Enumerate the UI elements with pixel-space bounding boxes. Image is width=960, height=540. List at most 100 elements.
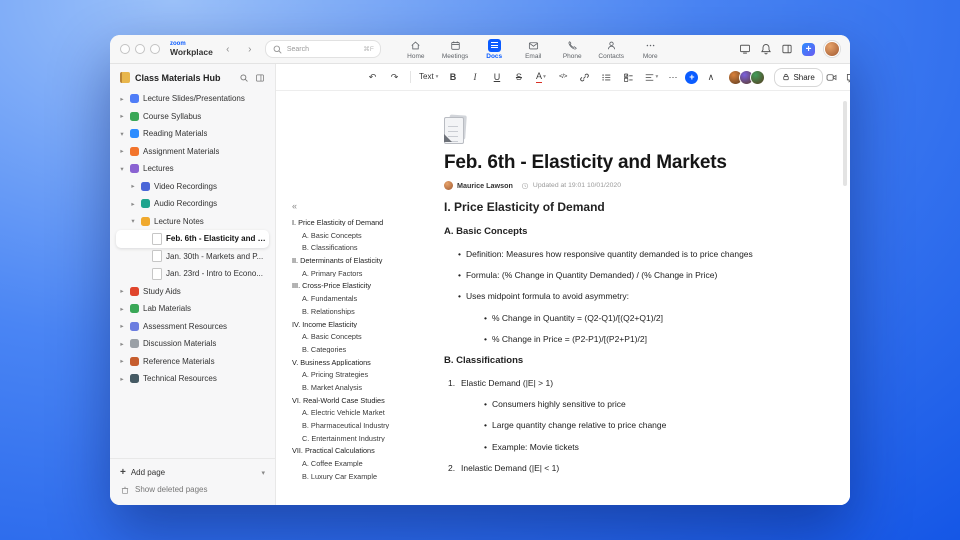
doc-heading[interactable]: I. Price Elasticity of Demand [444,200,812,214]
notifications-bell-icon[interactable] [760,43,772,55]
chevron-right-icon[interactable]: ▸ [118,112,126,120]
outline-collapse-icon[interactable]: « [292,201,414,211]
document-content[interactable]: Feb. 6th - Elasticity and Markets Mauric… [444,114,812,484]
align-button[interactable]: ▾ [641,69,660,85]
undo-button[interactable]: ↶ [363,69,382,85]
chevron-right-icon[interactable]: ▸ [129,182,137,190]
outline-item[interactable]: A. Pricing Strategies [292,371,414,378]
outline-item[interactable]: B. Luxury Car Example [292,473,414,480]
tab-more[interactable]: More [637,39,663,60]
sidebar-item[interactable]: ▾ Lectures [116,160,269,178]
add-page-caret-icon[interactable]: ▾ [261,469,265,477]
tab-contacts[interactable]: Contacts [598,39,624,60]
tab-docs[interactable]: Docs [481,38,507,60]
sidebar-item[interactable]: Jan. 30th - Markets and P... [116,248,269,266]
tab-home[interactable]: Home [403,39,429,60]
outline-item[interactable]: V. Business Applications [292,359,414,366]
doc-list-item[interactable]: • Definition: Measures how responsive qua… [458,249,812,259]
doc-list-item[interactable]: 1. Elastic Demand (|E| > 1) [448,378,812,388]
doc-list-item[interactable]: • Formula: (% Change in Quantity Demanded… [458,270,812,280]
outline-item[interactable]: IV. Income Elasticity [292,321,414,328]
italic-button[interactable]: I [465,69,484,85]
text-style-button[interactable]: Text ▾ [417,69,440,85]
outline-item[interactable]: VI. Real-World Case Studies [292,397,414,404]
tab-meetings[interactable]: Meetings [442,39,468,60]
doc-list-item[interactable]: • % Change in Quantity = (Q2-Q1)/[(Q2+Q1)… [484,313,812,323]
doc-list-item[interactable]: • Uses midpoint formula to avoid asymmetr… [458,291,812,301]
chevron-down-icon[interactable]: ▾ [118,130,126,138]
start-video-icon[interactable] [826,72,837,83]
tab-phone[interactable]: Phone [559,39,585,60]
chevron-down-icon[interactable]: ▾ [129,217,137,225]
add-page-button[interactable]: + Add page ▾ [120,464,265,481]
outline-item[interactable]: A. Basic Concepts [292,333,414,340]
sidebar-item[interactable]: ▸ Reference Materials [116,353,269,371]
doc-list-item[interactable]: • Large quantity change relative to price… [484,420,812,430]
doc-list-item[interactable]: • % Change in Price = (P2-P1)/[(P2+P1)/2] [484,334,812,344]
chevron-right-icon[interactable]: ▸ [118,340,126,348]
chevron-right-icon[interactable]: ▸ [118,147,126,155]
chevron-right-icon[interactable]: ▸ [118,95,126,103]
window-controls[interactable] [120,44,160,54]
screen-share-icon[interactable] [739,43,751,55]
outline-item[interactable]: I. Price Elasticity of Demand [292,219,414,226]
sidebar-item[interactable]: ▸ Lecture Slides/Presentations [116,90,269,108]
outline-item[interactable]: A. Basic Concepts [292,232,414,239]
text-color-button[interactable]: A ▾ [531,69,550,85]
outline-item[interactable]: A. Fundamentals [292,295,414,302]
link-button[interactable] [575,69,594,85]
sidebar-item[interactable]: ▸ Technical Resources [116,370,269,388]
sidebar-item[interactable]: ▸ Study Aids [116,283,269,301]
side-panel-icon[interactable] [781,43,793,55]
underline-button[interactable]: U [487,69,506,85]
sidebar-search-icon[interactable] [239,73,249,83]
doc-list-item[interactable]: • Example: Movie tickets [484,442,812,452]
sidebar-item[interactable]: ▸ Assignment Materials [116,143,269,161]
chevron-right-icon[interactable]: ▸ [118,375,126,383]
code-button[interactable]: </> [553,69,572,85]
sidebar-item[interactable]: ▸ Lab Materials [116,300,269,318]
chevron-right-icon[interactable]: ▸ [118,305,126,313]
sidebar-item[interactable]: ▸ Discussion Materials [116,335,269,353]
outline-item[interactable]: B. Categories [292,346,414,353]
sidebar-item[interactable]: ▸ Video Recordings [116,178,269,196]
sidebar-item[interactable]: ▾ Lecture Notes [116,213,269,231]
chevron-right-icon[interactable]: ▸ [129,200,137,208]
insert-block-button[interactable]: + [685,70,699,84]
comments-icon[interactable] [846,72,850,83]
outline-item[interactable]: B. Relationships [292,308,414,315]
forward-button[interactable]: › [243,42,257,56]
sidebar-item[interactable]: ▾ Reading Materials [116,125,269,143]
bold-button[interactable]: B [443,69,462,85]
outline-item[interactable]: VII. Practical Calculations [292,447,414,454]
doc-list-item[interactable]: 2. Inelastic Demand (|E| < 1) [448,463,812,473]
maximize-window-button[interactable] [150,44,160,54]
sidebar-item[interactable]: Feb. 6th - Elasticity and M... [116,230,269,248]
outline-item[interactable]: A. Primary Factors [292,270,414,277]
tab-email[interactable]: Email [520,39,546,60]
outline-item[interactable]: C. Entertainment Industry [292,435,414,442]
document-blocks[interactable]: I. Price Elasticity of Demand A. Basic Co… [444,200,812,473]
sidebar-item[interactable]: ▸ Course Syllabus [116,108,269,126]
sidebar-item[interactable]: ▸ Audio Recordings [116,195,269,213]
sidebar-item[interactable]: Jan. 23rd - Intro to Econo... [116,265,269,283]
outline-item[interactable]: III. Cross-Price Elasticity [292,282,414,289]
collaborator-avatar-3[interactable] [750,69,766,85]
back-button[interactable]: ‹ [221,42,235,56]
sidebar-item[interactable]: ▸ Assessment Resources [116,318,269,336]
chevron-right-icon[interactable]: ▸ [118,287,126,295]
minimize-window-button[interactable] [135,44,145,54]
show-deleted-pages-button[interactable]: Show deleted pages [120,481,265,498]
more-formatting-button[interactable]: ⋯ [663,69,682,85]
bullet-list-button[interactable] [597,69,616,85]
outline-item[interactable]: B. Market Analysis [292,384,414,391]
profile-avatar[interactable] [824,41,840,57]
outline-item[interactable]: B. Pharmaceutical Industry [292,422,414,429]
chevron-right-icon[interactable]: ▸ [118,322,126,330]
chevron-right-icon[interactable]: ▸ [118,357,126,365]
document-title[interactable]: Feb. 6th - Elasticity and Markets [444,152,812,174]
global-search-input[interactable]: Search ⌘F [264,40,381,58]
doc-subheading[interactable]: A. Basic Concepts [444,226,812,237]
redo-button[interactable]: ↷ [385,69,404,85]
doc-scrollbar[interactable] [843,101,847,186]
